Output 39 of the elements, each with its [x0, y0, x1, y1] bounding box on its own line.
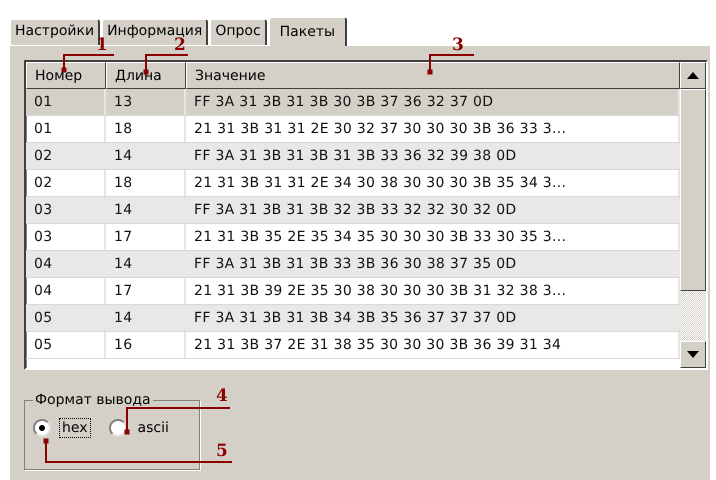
radio-option[interactable]: hex — [33, 418, 91, 438]
tab[interactable]: Опрос — [210, 19, 267, 45]
tab[interactable]: Настройки — [10, 19, 100, 45]
option-label: ascii — [136, 419, 170, 438]
tab[interactable]: Пакеты — [268, 17, 348, 46]
leader-line — [428, 54, 474, 74]
scroll-up-button[interactable] — [680, 62, 706, 89]
table-cell: 02 — [26, 143, 106, 169]
table-cell: 01 — [26, 89, 106, 115]
radio-option[interactable]: ascii — [108, 418, 172, 438]
up-arrow-icon — [687, 72, 699, 79]
table-row[interactable]: 05 16 21 31 3B 37 2E 31 38 35 30 30 30 3B 36 39 31 34 — [26, 332, 680, 359]
table-row[interactable]: 01 13 FF 3A 31 3B 31 3B 30 3B 37 36 32 37 0D — [26, 89, 680, 116]
scrollbar[interactable] — [680, 62, 706, 368]
column-header[interactable]: Номер — [26, 62, 106, 89]
table-cell: 14 — [106, 143, 186, 169]
down-arrow-icon — [687, 351, 699, 358]
table-cell: 04 — [26, 251, 106, 277]
table-cell: 14 — [106, 197, 186, 223]
table-cell: 05 — [26, 332, 106, 358]
table-row[interactable]: 05 14 FF 3A 31 3B 31 3B 34 3B 35 36 37 37 37 0D — [26, 305, 680, 332]
callout-number: 3 — [452, 37, 464, 54]
scroll-down-button[interactable] — [680, 341, 706, 368]
callout-number: 5 — [216, 443, 228, 460]
table-row[interactable]: 02 14 FF 3A 31 3B 31 3B 31 3B 33 36 32 39 38 0D — [26, 143, 680, 170]
table-row[interactable]: 04 14 FF 3A 31 3B 31 3B 33 3B 36 30 38 37 35 0D — [26, 251, 680, 278]
table-cell: 03 — [26, 197, 106, 223]
table-row[interactable]: 03 14 FF 3A 31 3B 31 3B 32 3B 33 32 32 30 32 0D — [26, 197, 680, 224]
table-cell: 14 — [106, 251, 186, 277]
table-cell: 13 — [106, 89, 186, 115]
table-cell: 05 — [26, 305, 106, 331]
option-label: hex — [59, 418, 91, 438]
scroll-thumb[interactable] — [680, 89, 706, 291]
callout-number: 4 — [216, 388, 228, 405]
column-header[interactable]: Значение — [186, 62, 680, 89]
table-cell: 16 — [106, 332, 186, 358]
column-header[interactable]: Длина — [106, 62, 186, 89]
group-title: Формат вывода — [34, 392, 152, 408]
table-cell: 14 — [106, 305, 186, 331]
